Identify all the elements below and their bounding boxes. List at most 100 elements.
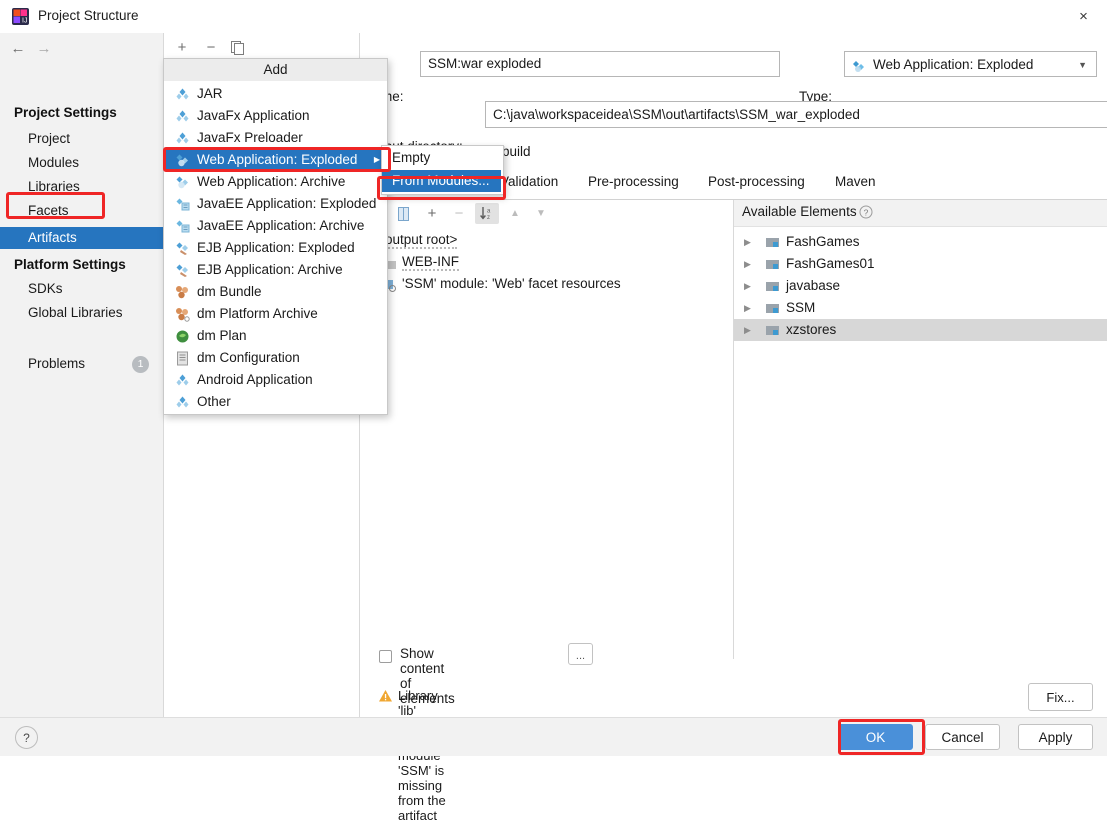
svg-text:?: ? (864, 208, 869, 218)
add-menu-title: Add (164, 59, 387, 81)
minus-icon[interactable]: − (201, 38, 221, 57)
show-content-checkbox[interactable] (379, 650, 392, 663)
menu-item-jar[interactable]: JAR (164, 83, 387, 105)
menu-item-android-application[interactable]: Android Application (164, 369, 387, 391)
jar-icon (175, 131, 190, 146)
move-down-icon[interactable]: ▼ (531, 203, 551, 224)
sidebar-item-sdks[interactable]: SDKs (0, 278, 163, 300)
copy-icon[interactable] (228, 38, 248, 57)
menu-item-javafx-preloader[interactable]: JavaFx Preloader (164, 127, 387, 149)
list-item-label: FashGames01 (786, 256, 875, 271)
sidebar-item-modules[interactable]: Modules (0, 152, 163, 174)
menu-item-other[interactable]: Other (164, 391, 387, 413)
available-elements-title: Available Elements (742, 204, 857, 219)
show-content-options-button[interactable]: ... (568, 643, 593, 665)
output-layout-tree[interactable]: output root> WEB-INF 'SSM' module: 'Web'… (385, 229, 732, 659)
move-up-icon[interactable]: ▲ (505, 203, 525, 224)
sidebar-item-libraries[interactable]: Libraries (0, 176, 163, 198)
menu-item-label: JavaFx Preloader (197, 130, 303, 145)
menu-item-web-application-exploded[interactable]: Web Application: Exploded ▶ (164, 149, 387, 171)
menu-item-javaee-application-exploded[interactable]: JavaEE Application: Exploded (164, 193, 387, 215)
submenu-item-empty[interactable]: Empty (382, 147, 501, 169)
tree-row[interactable]: WEB-INF (385, 251, 459, 273)
tab-pre-processing[interactable]: Pre-processing (588, 174, 679, 189)
svg-text:IJ: IJ (22, 18, 27, 25)
output-root-label: output root> (385, 232, 458, 249)
list-item[interactable]: ▶ SSM (734, 297, 1107, 319)
menu-item-label: Android Application (197, 372, 313, 387)
list-item[interactable]: ▶ xzstores (734, 319, 1107, 341)
question-icon[interactable]: ? (859, 205, 873, 222)
tab-validation[interactable]: Validation (500, 174, 558, 189)
include-build-word: build (502, 144, 531, 159)
sidebar-item-project[interactable]: Project (0, 128, 163, 150)
close-icon[interactable]: × (1060, 0, 1107, 33)
tree-row[interactable]: output root> (385, 229, 458, 251)
plus-icon[interactable]: + (421, 203, 443, 224)
module-icon (766, 323, 781, 345)
menu-item-label: JavaEE Application: Exploded (197, 196, 377, 211)
chevron-right-icon[interactable]: ▶ (744, 231, 751, 253)
jar-icon (175, 373, 190, 388)
menu-item-label: dm Platform Archive (197, 306, 318, 321)
chevron-right-icon[interactable]: ▶ (744, 275, 751, 297)
artifact-name-input[interactable] (420, 51, 780, 77)
chevron-right-icon[interactable]: ▶ (744, 253, 751, 275)
nav-history-buttons: ← → (0, 33, 163, 62)
minus-icon[interactable]: − (449, 203, 469, 224)
jar-icon (175, 87, 190, 102)
sidebar-item-problems[interactable]: Problems 1 (0, 353, 163, 375)
cancel-button[interactable]: Cancel (925, 724, 1000, 750)
sidebar-item-artifacts[interactable]: Artifacts (0, 227, 163, 249)
list-item[interactable]: ▶ FashGames (734, 231, 1107, 253)
arrow-right-icon[interactable]: → (33, 38, 55, 58)
dm-bundle-icon (175, 285, 190, 300)
plus-icon[interactable]: + (172, 38, 192, 57)
menu-item-label: dm Bundle (197, 284, 262, 299)
menu-item-web-application-archive[interactable]: Web Application: Archive (164, 171, 387, 193)
submenu-item-from-modules[interactable]: From Modules... (382, 170, 501, 192)
help-button[interactable]: ? (15, 726, 38, 749)
arrow-left-icon[interactable]: ← (7, 38, 29, 58)
tree-row[interactable]: 'SSM' module: 'Web' facet resources (385, 273, 621, 295)
jar-icon (175, 109, 190, 124)
artifact-type-value: Web Application: Exploded (873, 57, 1034, 72)
sidebar-item-facets[interactable]: Facets (0, 200, 163, 222)
fix-button[interactable]: Fix... (1028, 683, 1093, 711)
menu-item-dm-configuration[interactable]: dm Configuration (164, 347, 387, 369)
chevron-right-icon[interactable]: ▶ (744, 297, 751, 319)
output-directory-input[interactable] (485, 101, 1107, 128)
chevron-right-icon[interactable]: ▶ (744, 319, 751, 341)
menu-item-label: dm Configuration (197, 350, 300, 365)
artifact-type-combo[interactable]: Web Application: Exploded ▼ (844, 51, 1097, 77)
sidebar-item-global-libraries[interactable]: Global Libraries (0, 302, 163, 324)
menu-item-ejb-application-archive[interactable]: EJB Application: Archive (164, 259, 387, 281)
ok-button[interactable]: OK (838, 724, 913, 750)
list-item-label: javabase (786, 278, 841, 293)
tab-post-processing[interactable]: Post-processing (708, 174, 805, 189)
tab-maven[interactable]: Maven (835, 174, 876, 189)
window-title: Project Structure (38, 8, 139, 23)
menu-item-javaee-application-archive[interactable]: JavaEE Application: Archive (164, 215, 387, 237)
apply-button[interactable]: Apply (1018, 724, 1093, 750)
sort-az-icon[interactable]: a z (475, 203, 499, 224)
dm-bundle-icon (175, 307, 190, 322)
dm-config-icon (175, 351, 190, 366)
artifact-icon[interactable] (393, 203, 413, 224)
ejb-icon (175, 241, 190, 256)
menu-item-label: Other (197, 394, 231, 409)
list-item[interactable]: ▶ javabase (734, 275, 1107, 297)
menu-item-ejb-application-exploded[interactable]: EJB Application: Exploded (164, 237, 387, 259)
menu-item-label: Web Application: Archive (197, 174, 346, 189)
tree-row-label: 'SSM' module: 'Web' facet resources (402, 276, 621, 291)
warning-triangle-icon (378, 689, 393, 706)
menu-item-dm-platform-archive[interactable]: dm Platform Archive (164, 303, 387, 325)
menu-item-dm-bundle[interactable]: dm Bundle (164, 281, 387, 303)
nav-group-project-settings: Project Settings (14, 105, 117, 120)
menu-item-label: JavaFx Application (197, 108, 310, 123)
sidebar-item-label: Problems (28, 356, 86, 371)
menu-item-javafx-application[interactable]: JavaFx Application (164, 105, 387, 127)
menu-item-dm-plan[interactable]: dm Plan (164, 325, 387, 347)
problems-count-badge: 1 (132, 356, 149, 373)
list-item[interactable]: ▶ FashGames01 (734, 253, 1107, 275)
